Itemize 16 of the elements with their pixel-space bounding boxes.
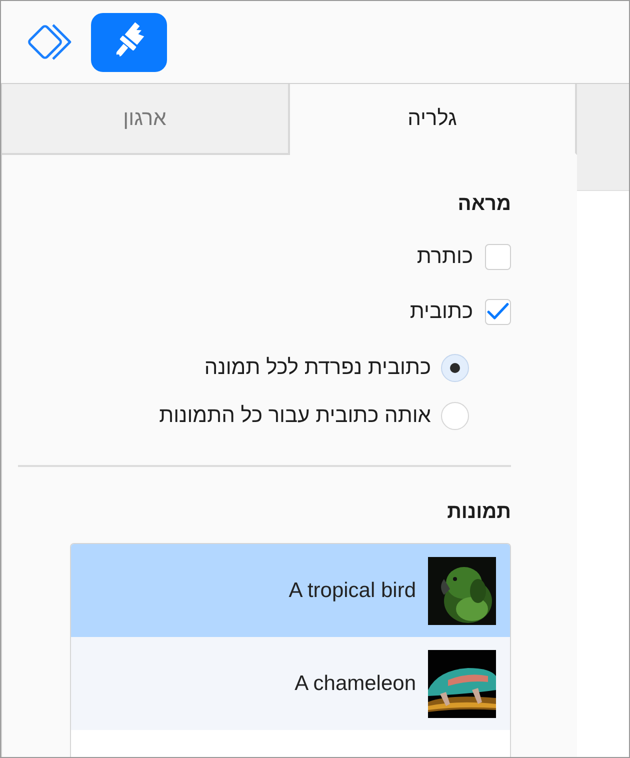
photo-caption: A chameleon — [294, 672, 416, 696]
radio-label: אותה כתובית עבור כל התמונות — [159, 404, 431, 428]
section-heading: מראה — [456, 193, 511, 217]
photo-row[interactable]: A tropical bird — [71, 544, 510, 637]
checkbox[interactable] — [485, 299, 511, 325]
brush-button[interactable] — [91, 12, 167, 72]
checkbox[interactable] — [485, 244, 511, 270]
radio-button[interactable] — [441, 402, 469, 430]
checkbox-label: כותרת — [416, 245, 473, 269]
tab[interactable]: ארגון — [2, 84, 290, 155]
photo-caption: A tropical bird — [288, 578, 416, 602]
section-heading: תמונות — [446, 501, 511, 525]
radio-label: כתובית נפרדת לכל תמונה — [204, 356, 431, 380]
radio-button[interactable] — [441, 354, 469, 382]
checkbox-label: כתובית — [410, 300, 473, 324]
photo-row[interactable]: A chameleon — [71, 637, 510, 730]
